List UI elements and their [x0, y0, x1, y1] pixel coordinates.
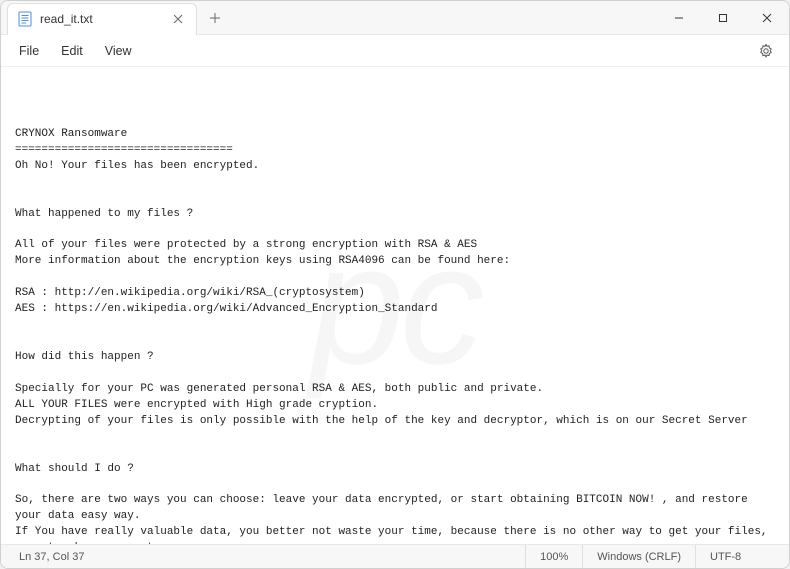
tab-title: read_it.txt [40, 12, 162, 26]
titlebar[interactable]: read_it.txt [1, 1, 789, 35]
editor-area[interactable]: pc CRYNOX Ransomware ===================… [1, 67, 789, 544]
menu-view[interactable]: View [95, 39, 142, 63]
status-encoding[interactable]: UTF-8 [695, 545, 785, 568]
new-tab-button[interactable] [201, 4, 229, 32]
status-zoom[interactable]: 100% [525, 545, 582, 568]
minimize-button[interactable] [657, 1, 701, 35]
notepad-icon [18, 11, 32, 27]
tab-close-button[interactable] [170, 11, 186, 27]
maximize-button[interactable] [701, 1, 745, 35]
document-text[interactable]: CRYNOX Ransomware ======================… [15, 127, 775, 544]
status-cursor-position[interactable]: Ln 37, Col 37 [5, 545, 98, 568]
notepad-window: read_it.txt File Edit View [0, 0, 790, 569]
status-line-ending[interactable]: Windows (CRLF) [582, 545, 695, 568]
settings-button[interactable] [751, 36, 781, 66]
statusbar: Ln 37, Col 37 100% Windows (CRLF) UTF-8 [1, 544, 789, 568]
menubar: File Edit View [1, 35, 789, 67]
document-tab[interactable]: read_it.txt [7, 3, 197, 35]
menu-edit[interactable]: Edit [51, 39, 93, 63]
menu-file[interactable]: File [9, 39, 49, 63]
window-controls [657, 1, 789, 35]
close-button[interactable] [745, 1, 789, 35]
